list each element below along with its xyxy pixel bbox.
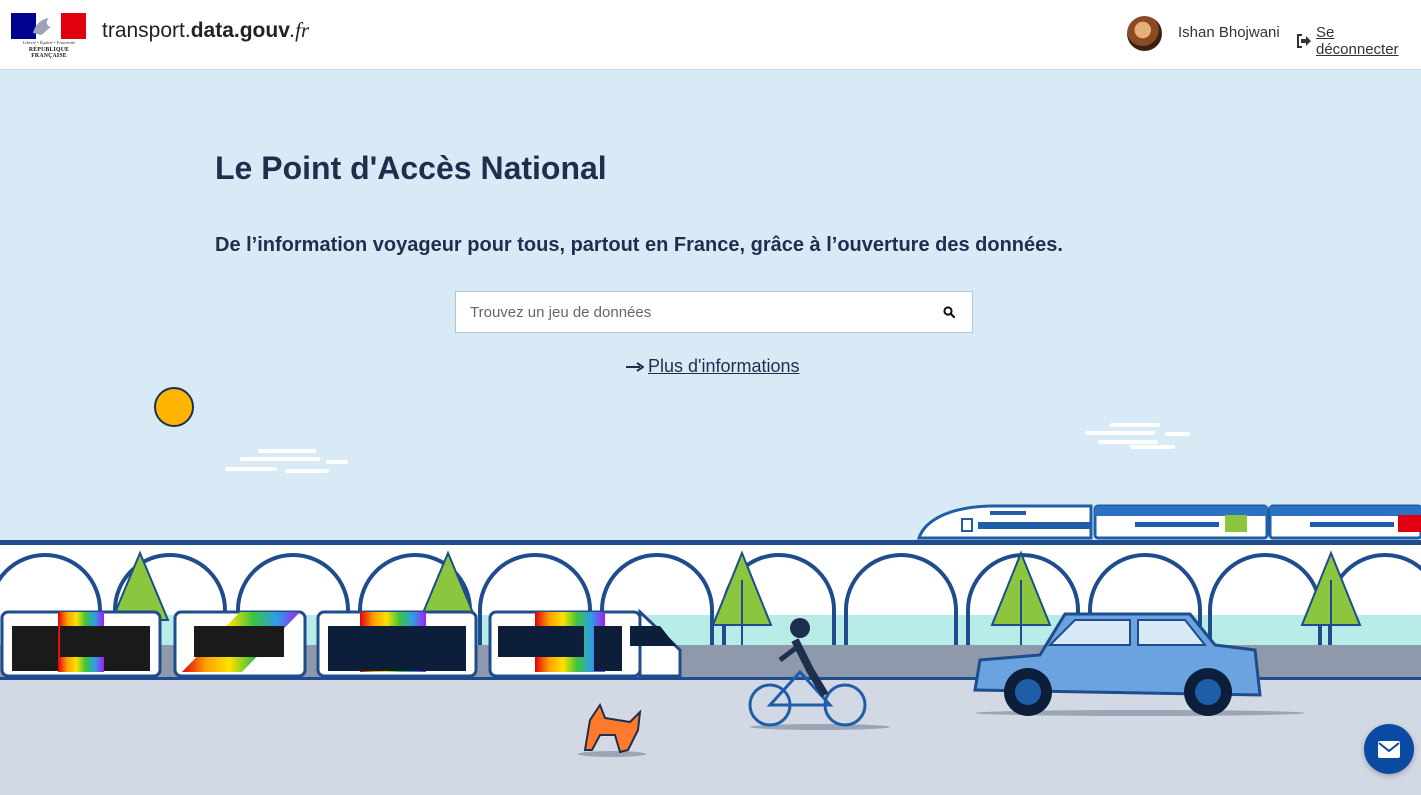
brand-part-3: .fr <box>289 18 310 42</box>
contact-button[interactable] <box>1364 724 1414 774</box>
republique-francaise-logo[interactable]: Liberté • Égalité • Fraternité RÉPUBLIQU… <box>11 13 87 59</box>
brand-part-1: transport. <box>102 19 191 42</box>
page-title: Le Point d'Accès National <box>215 150 607 186</box>
site-brand[interactable]: transport.data.gouv.fr <box>102 18 309 43</box>
logout-link[interactable]: Se déconnecter <box>1296 24 1421 58</box>
user-name[interactable]: Ishan Bhojwani <box>1178 24 1280 41</box>
tram-icon <box>0 608 682 678</box>
marianne-flag-icon <box>11 13 86 39</box>
transport-illustration <box>0 387 1421 795</box>
search-icon <box>943 306 955 318</box>
logo-name: RÉPUBLIQUE FRANÇAISE <box>28 47 70 59</box>
site-header: Liberté • Égalité • Fraternité RÉPUBLIQU… <box>0 0 1421 70</box>
sun-icon <box>154 387 194 427</box>
tgv-train-icon <box>916 504 1421 540</box>
cloud-right-icon <box>1085 423 1190 449</box>
logo-motto: Liberté • Égalité • Fraternité <box>22 40 76 45</box>
brand-part-2: data.gouv <box>190 19 290 42</box>
logout-label: Se déconnecter <box>1315 24 1399 58</box>
cloud-left-icon <box>225 449 348 473</box>
page-subtitle: De l’information voyageur pour tous, par… <box>215 234 1063 256</box>
envelope-icon <box>1378 740 1400 758</box>
more-info-label: Plus d'informations <box>648 356 800 376</box>
search-button[interactable] <box>926 292 972 332</box>
more-info-link[interactable]: Plus d'informations <box>626 356 800 377</box>
user-avatar[interactable] <box>1127 16 1162 51</box>
arrow-right-icon <box>626 361 644 372</box>
dataset-search <box>455 291 973 333</box>
sign-out-icon <box>1296 34 1311 48</box>
search-input[interactable] <box>456 292 926 332</box>
